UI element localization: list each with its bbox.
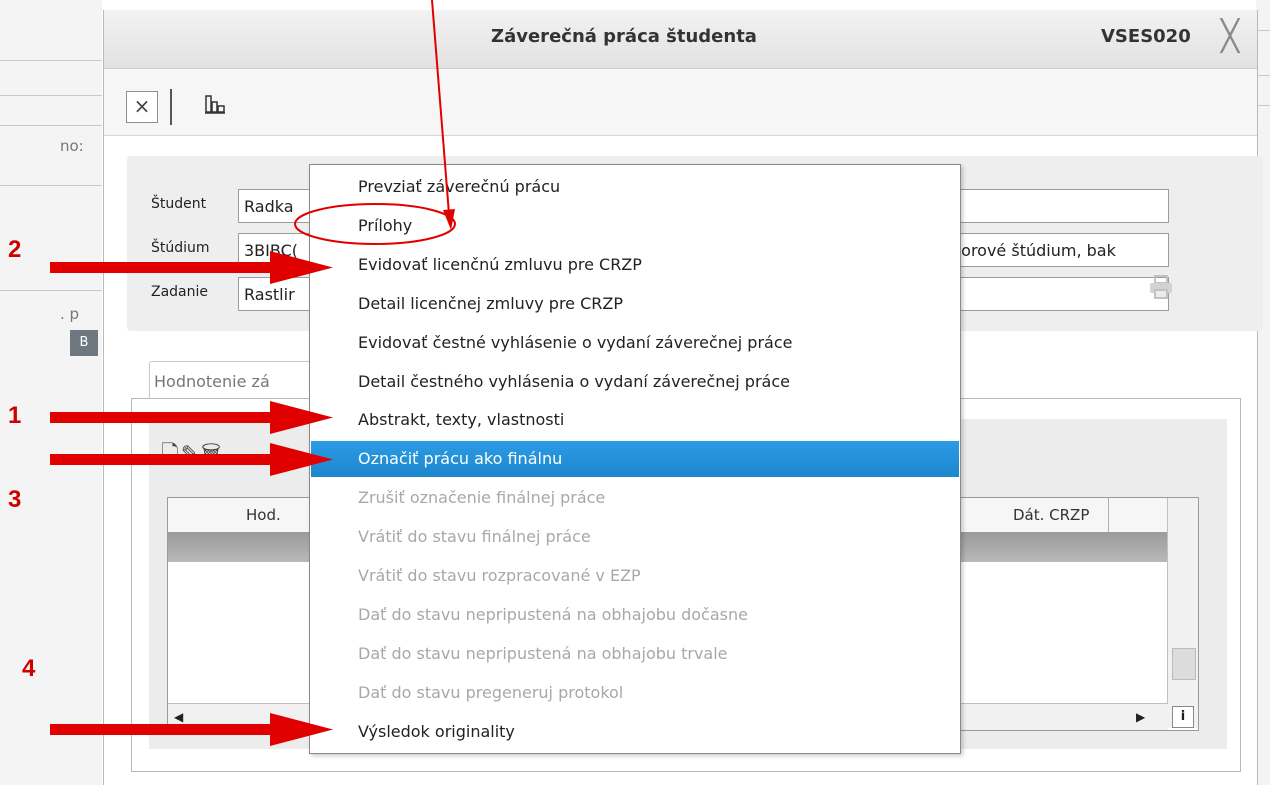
annotation-number-2: 2: [8, 236, 22, 263]
scroll-left-icon[interactable]: ◀: [174, 710, 183, 724]
scroll-thumb[interactable]: [1172, 648, 1196, 680]
bg-text-fragment: . p: [60, 305, 80, 323]
column-hod[interactable]: Hod.: [246, 506, 281, 524]
menu-item: Dať do stavu pregeneruj protokol: [358, 682, 624, 702]
study-label: Štúdium: [151, 240, 210, 256]
annotation-number-1: 1: [8, 402, 22, 429]
annotation-number-3: 3: [8, 486, 22, 513]
annotation-number-4: 4: [22, 655, 36, 682]
menu-item[interactable]: Evidovať čestné vyhlásenie o vydaní záve…: [311, 325, 959, 361]
bg-divider: [0, 60, 102, 61]
menu-item[interactable]: Detail čestného vyhlásenia o vydaní záve…: [311, 364, 959, 400]
toolbar: ×: [104, 69, 1257, 136]
menu-item: Zrušiť označenie finálnej práce: [358, 488, 606, 508]
assignment-field-right[interactable]: [947, 277, 1169, 311]
close-button[interactable]: ×: [126, 91, 158, 123]
close-icon[interactable]: ╳: [1216, 22, 1244, 52]
bg-divider: [0, 185, 102, 186]
student-field-right[interactable]: [947, 189, 1169, 223]
column-separator: [1108, 498, 1109, 532]
printer-icon[interactable]: [1148, 274, 1174, 306]
new-record-icon[interactable]: 🗋: [161, 442, 181, 467]
bg-divider: [0, 290, 102, 291]
menu-item[interactable]: Evidovať licenčnú zmluvu pre CRZP: [311, 247, 959, 283]
dialog-titlebar: Záverečná práca študenta VSES020 ╳: [104, 10, 1257, 69]
assignment-label: Zadanie: [151, 284, 209, 300]
grid-toolbar: 🗋✎🗑: [161, 437, 223, 475]
menu-item[interactable]: Prílohy: [311, 208, 959, 244]
background-app-right: [1256, 0, 1270, 785]
menu-item: Dať do stavu nepripustená na obhajobu tr…: [358, 643, 728, 663]
menu-item: Vrátiť do stavu finálnej práce: [358, 527, 591, 547]
delete-icon[interactable]: 🗑: [201, 442, 223, 467]
menu-item: Vrátiť do stavu rozpracované v EZP: [358, 566, 641, 585]
info-icon[interactable]: i: [1172, 706, 1194, 728]
edit-icon[interactable]: ✎: [181, 442, 201, 467]
bg-divider: [0, 95, 102, 96]
menu-item[interactable]: Označiť prácu ako finálnu: [311, 441, 959, 478]
bg-text-fragment: no:: [60, 137, 84, 155]
org-chart-icon[interactable]: [204, 93, 226, 121]
menu-item[interactable]: Prevziať záverečnú prácu: [311, 169, 959, 205]
context-menu: Prevziať záverečnú prácu Prílohy Evidovať …: [309, 164, 961, 754]
vertical-scrollbar[interactable]: [1167, 498, 1198, 728]
bg-chip: B: [70, 330, 98, 356]
tab-evaluation[interactable]: Hodnotenie zá: [149, 361, 319, 401]
study-type-field[interactable]: porové štúdium, bak: [947, 233, 1169, 267]
menu-item[interactable]: Abstrakt, texty, vlastnosti: [311, 402, 959, 438]
menu-item[interactable]: Detail licenčnej zmluvy pre CRZP: [311, 286, 959, 322]
menu-item: Dať do stavu nepripustená na obhajobu do…: [358, 604, 748, 624]
student-label: Študent: [151, 196, 207, 212]
dialog-title: Záverečná práca študenta: [491, 26, 757, 47]
bg-divider: [0, 125, 102, 126]
background-app: no: . p B: [0, 0, 102, 785]
column-dat-crzp[interactable]: Dát. CRZP: [1013, 506, 1089, 524]
menu-item[interactable]: Výsledok originality: [311, 714, 959, 750]
scroll-right-icon[interactable]: ▶: [1136, 710, 1145, 724]
form-code: VSES020: [1101, 26, 1191, 47]
toolbar-separator: [170, 89, 172, 125]
